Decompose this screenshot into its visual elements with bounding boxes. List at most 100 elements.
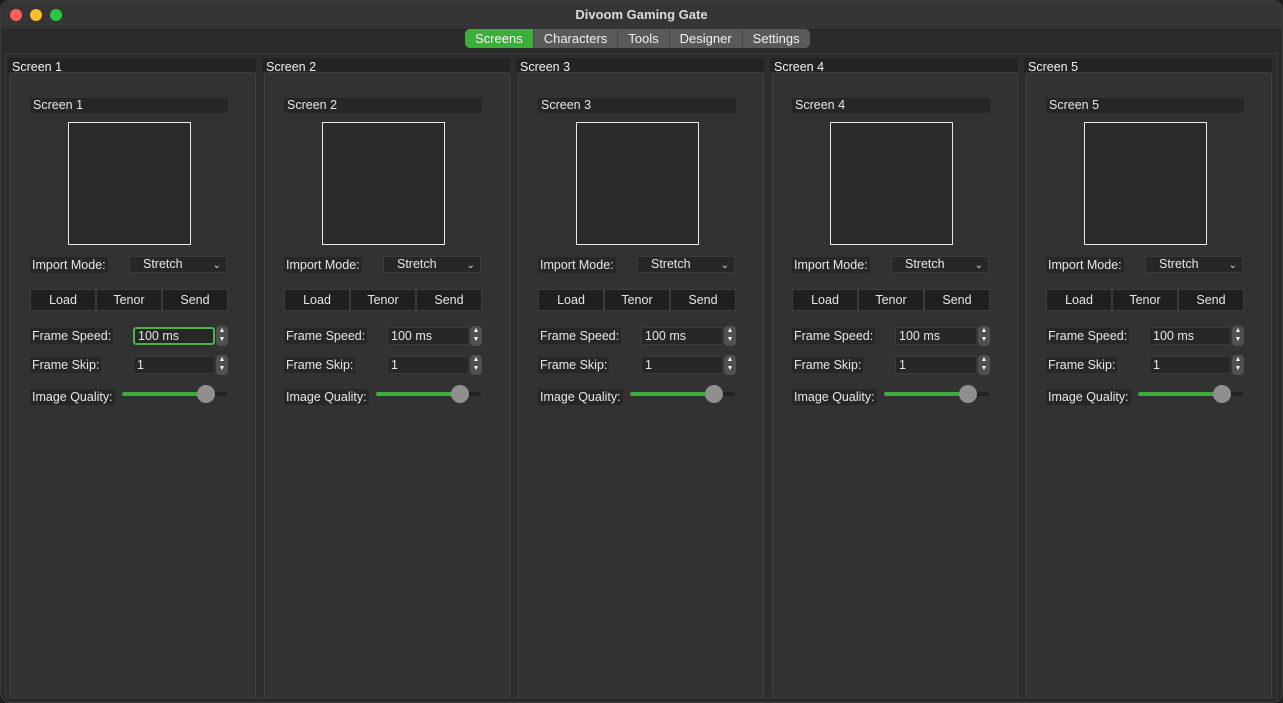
frame-skip-input[interactable]: 1 bbox=[641, 356, 723, 374]
window-title: Divoom Gaming Gate bbox=[575, 7, 708, 22]
frame-speed-stepper[interactable]: ▲ ▼ bbox=[216, 326, 228, 346]
frame-speed-input[interactable]: 100 ms bbox=[1149, 327, 1231, 345]
import-mode-value: Stretch bbox=[1159, 257, 1199, 271]
load-button[interactable]: Load bbox=[30, 289, 96, 311]
tenor-button[interactable]: Tenor bbox=[350, 289, 416, 311]
tenor-button[interactable]: Tenor bbox=[1112, 289, 1178, 311]
screen-column-1: Screen 1 Screen 1 Import Mode: Stretch ⌄… bbox=[8, 58, 256, 698]
import-mode-select[interactable]: Stretch ⌄ bbox=[1145, 256, 1243, 273]
frame-skip-label: Frame Skip: bbox=[792, 357, 864, 373]
load-button[interactable]: Load bbox=[1046, 289, 1112, 311]
tab-screens[interactable]: Screens bbox=[465, 29, 534, 48]
image-quality-slider-thumb[interactable] bbox=[451, 385, 469, 403]
image-quality-slider-thumb[interactable] bbox=[1213, 385, 1231, 403]
send-button[interactable]: Send bbox=[416, 289, 482, 311]
frame-skip-input[interactable]: 1 bbox=[895, 356, 977, 374]
import-mode-label: Import Mode: bbox=[1046, 257, 1124, 273]
image-quality-slider-fill bbox=[630, 392, 714, 396]
frame-skip-stepper[interactable]: ▲ ▼ bbox=[470, 355, 482, 375]
import-mode-select[interactable]: Stretch ⌄ bbox=[891, 256, 989, 273]
action-buttons: Load Tenor Send bbox=[284, 289, 482, 311]
screen-column-header: Screen 2 bbox=[262, 58, 510, 74]
frame-skip-input[interactable]: 1 bbox=[1149, 356, 1231, 374]
image-quality-label: Image Quality: bbox=[30, 389, 115, 405]
screen-column-header: Screen 1 bbox=[8, 58, 256, 74]
send-button[interactable]: Send bbox=[670, 289, 736, 311]
frame-speed-input[interactable]: 100 ms bbox=[133, 327, 215, 345]
send-button[interactable]: Send bbox=[1178, 289, 1244, 311]
send-button[interactable]: Send bbox=[924, 289, 990, 311]
frame-skip-input[interactable]: 1 bbox=[387, 356, 469, 374]
frame-speed-input[interactable]: 100 ms bbox=[387, 327, 469, 345]
frame-speed-input[interactable]: 100 ms bbox=[895, 327, 977, 345]
screen-name-label: Screen 4 bbox=[792, 98, 990, 113]
screen-preview[interactable] bbox=[576, 122, 699, 245]
screen-name-label: Screen 2 bbox=[284, 98, 482, 113]
screen-panel: Screen 2 Import Mode: Stretch ⌄ Load Ten… bbox=[264, 72, 510, 698]
screen-column-header: Screen 5 bbox=[1024, 58, 1272, 74]
chevron-down-icon: ⌄ bbox=[466, 260, 475, 271]
screen-preview[interactable] bbox=[322, 122, 445, 245]
load-button[interactable]: Load bbox=[284, 289, 350, 311]
import-mode-value: Stretch bbox=[397, 257, 437, 271]
frame-speed-label: Frame Speed: bbox=[538, 328, 622, 344]
import-mode-value: Stretch bbox=[143, 257, 183, 271]
screen-column-2: Screen 2 Screen 2 Import Mode: Stretch ⌄… bbox=[262, 58, 510, 698]
frame-skip-label: Frame Skip: bbox=[1046, 357, 1118, 373]
frame-skip-stepper[interactable]: ▲ ▼ bbox=[978, 355, 990, 375]
tab-designer[interactable]: Designer bbox=[670, 29, 743, 48]
frame-speed-stepper[interactable]: ▲ ▼ bbox=[724, 326, 736, 346]
import-mode-value: Stretch bbox=[905, 257, 945, 271]
image-quality-slider-thumb[interactable] bbox=[959, 385, 977, 403]
screen-column-header: Screen 3 bbox=[516, 58, 764, 74]
tenor-button[interactable]: Tenor bbox=[858, 289, 924, 311]
frame-skip-stepper[interactable]: ▲ ▼ bbox=[216, 355, 228, 375]
image-quality-slider-thumb[interactable] bbox=[705, 385, 723, 403]
screen-column-4: Screen 4 Screen 4 Import Mode: Stretch ⌄… bbox=[770, 58, 1018, 698]
image-quality-slider-thumb[interactable] bbox=[197, 385, 215, 403]
frame-speed-stepper[interactable]: ▲ ▼ bbox=[470, 326, 482, 346]
tab-characters[interactable]: Characters bbox=[534, 29, 619, 48]
screen-column-5: Screen 5 Screen 5 Import Mode: Stretch ⌄… bbox=[1024, 58, 1272, 698]
image-quality-slider[interactable] bbox=[122, 385, 227, 403]
image-quality-slider[interactable] bbox=[884, 385, 989, 403]
image-quality-slider[interactable] bbox=[376, 385, 481, 403]
screen-column-3: Screen 3 Screen 3 Import Mode: Stretch ⌄… bbox=[516, 58, 764, 698]
tenor-button[interactable]: Tenor bbox=[604, 289, 670, 311]
frame-speed-label: Frame Speed: bbox=[284, 328, 368, 344]
screen-preview[interactable] bbox=[830, 122, 953, 245]
tab-settings[interactable]: Settings bbox=[743, 29, 810, 48]
action-buttons: Load Tenor Send bbox=[538, 289, 736, 311]
frame-speed-label: Frame Speed: bbox=[30, 328, 114, 344]
screen-preview[interactable] bbox=[68, 122, 191, 245]
action-buttons: Load Tenor Send bbox=[1046, 289, 1244, 311]
frame-speed-input[interactable]: 100 ms bbox=[641, 327, 723, 345]
chevron-down-icon: ⌄ bbox=[212, 260, 221, 271]
chevron-down-icon: ⌄ bbox=[720, 260, 729, 271]
image-quality-label: Image Quality: bbox=[1046, 389, 1131, 405]
frame-skip-input[interactable]: 1 bbox=[133, 356, 215, 374]
frame-speed-stepper[interactable]: ▲ ▼ bbox=[1232, 326, 1244, 346]
import-mode-label: Import Mode: bbox=[538, 257, 616, 273]
import-mode-label: Import Mode: bbox=[792, 257, 870, 273]
tab-tools[interactable]: Tools bbox=[618, 29, 670, 48]
send-button[interactable]: Send bbox=[162, 289, 228, 311]
import-mode-select[interactable]: Stretch ⌄ bbox=[383, 256, 481, 273]
image-quality-slider[interactable] bbox=[630, 385, 735, 403]
frame-speed-label: Frame Speed: bbox=[792, 328, 876, 344]
screen-name-label: Screen 1 bbox=[30, 98, 228, 113]
load-button[interactable]: Load bbox=[538, 289, 604, 311]
image-quality-slider[interactable] bbox=[1138, 385, 1243, 403]
frame-skip-label: Frame Skip: bbox=[30, 357, 102, 373]
frame-speed-stepper[interactable]: ▲ ▼ bbox=[978, 326, 990, 346]
chevron-down-icon: ⌄ bbox=[974, 260, 983, 271]
frame-skip-stepper[interactable]: ▲ ▼ bbox=[724, 355, 736, 375]
import-mode-select[interactable]: Stretch ⌄ bbox=[129, 256, 227, 273]
import-mode-select[interactable]: Stretch ⌄ bbox=[637, 256, 735, 273]
load-button[interactable]: Load bbox=[792, 289, 858, 311]
image-quality-slider-fill bbox=[376, 392, 460, 396]
screen-preview[interactable] bbox=[1084, 122, 1207, 245]
frame-skip-stepper[interactable]: ▲ ▼ bbox=[1232, 355, 1244, 375]
title-bar: Divoom Gaming Gate bbox=[1, 1, 1282, 30]
tenor-button[interactable]: Tenor bbox=[96, 289, 162, 311]
